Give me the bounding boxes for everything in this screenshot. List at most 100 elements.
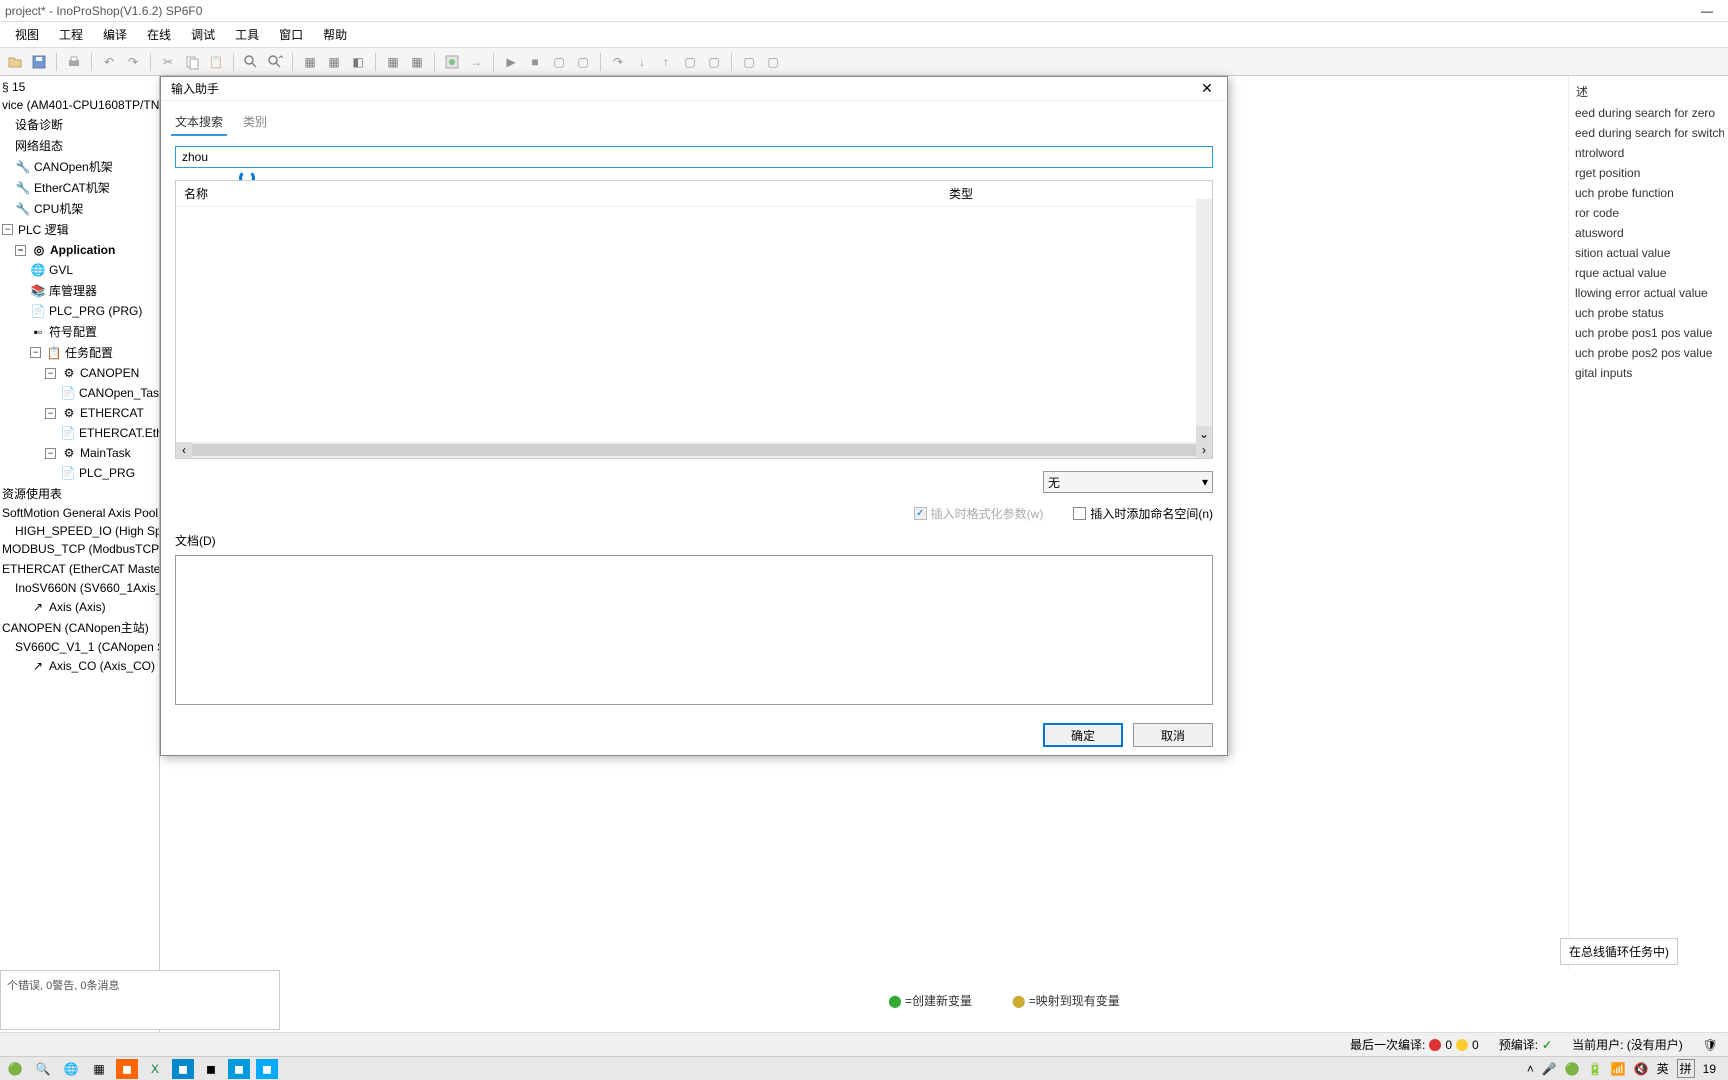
ok-button[interactable]: 确定 <box>1043 723 1123 747</box>
tree-item[interactable]: 📄PLC_PRG <box>0 463 159 483</box>
tree-item[interactable]: 设备诊断 <box>0 114 159 135</box>
menu-project[interactable]: 工程 <box>49 22 93 47</box>
property-item[interactable]: ntrolword <box>1573 143 1724 163</box>
tree-item[interactable]: −⚙MainTask <box>0 443 159 463</box>
tree-item[interactable]: 🔧CANOpen机架 <box>0 156 159 177</box>
undo-icon[interactable]: ↶ <box>99 52 119 72</box>
toolbar-btn-22[interactable]: ▢ <box>763 52 783 72</box>
scroll-down-icon[interactable]: ⌄ <box>1196 426 1212 442</box>
tree-item[interactable]: SoftMotion General Axis Pool <box>0 504 159 522</box>
tree-item[interactable]: 🌐GVL <box>0 260 159 280</box>
scroll-left-icon[interactable]: ‹ <box>176 442 192 458</box>
taskbar-app-icon[interactable]: ◼ <box>172 1059 194 1079</box>
step-out-icon[interactable]: ↑ <box>656 52 676 72</box>
scroll-right-icon[interactable]: › <box>1196 442 1212 458</box>
menu-tools[interactable]: 工具 <box>225 22 269 47</box>
search-input[interactable] <box>175 146 1213 168</box>
tree-item[interactable]: ETHERCAT (EtherCAT Master 设 <box>0 558 159 579</box>
tree-item[interactable]: SV660C_V1_1 (CANopen Sla <box>0 638 159 656</box>
tree-item[interactable]: −PLC 逻辑 <box>0 219 159 240</box>
toolbar-btn-9[interactable]: ◧ <box>348 52 368 72</box>
step-over-icon[interactable]: ↷ <box>608 52 628 72</box>
expander-icon[interactable]: − <box>45 408 56 419</box>
close-button[interactable]: ✕ <box>1197 78 1217 98</box>
tab-category[interactable]: 类别 <box>239 109 271 136</box>
property-item[interactable]: uch probe pos1 pos value <box>1573 323 1724 343</box>
paste-icon[interactable]: 📋 <box>206 52 226 72</box>
tree-item[interactable]: 网络组态 <box>0 135 159 156</box>
taskbar-app-icon[interactable]: ▦ <box>88 1059 110 1079</box>
open-icon[interactable] <box>5 52 25 72</box>
add-namespace-option[interactable]: 插入时添加命名空间(n) <box>1073 505 1213 522</box>
property-item[interactable]: atusword <box>1573 223 1724 243</box>
minimize-icon[interactable]: — <box>1701 4 1713 18</box>
ime-mode[interactable]: 拼 <box>1677 1059 1695 1078</box>
toolbar-btn-10[interactable]: ▦ <box>383 52 403 72</box>
property-item[interactable]: eed during search for zero <box>1573 103 1724 123</box>
vertical-scrollbar[interactable]: ⌄ <box>1196 199 1212 442</box>
expander-icon[interactable]: − <box>45 448 56 459</box>
toolbar-btn-21[interactable]: ▢ <box>739 52 759 72</box>
property-item[interactable]: rget position <box>1573 163 1724 183</box>
toolbar-btn-14[interactable]: ▢ <box>549 52 569 72</box>
horizontal-scrollbar[interactable]: ‹ › <box>176 442 1212 458</box>
tree-item[interactable]: MODBUS_TCP (ModbusTCP Dev <box>0 540 159 558</box>
edge-icon[interactable]: 🌐 <box>60 1059 82 1079</box>
tray-network-icon[interactable]: 🟢 <box>1565 1062 1580 1076</box>
tray-volume-icon[interactable]: 🔇 <box>1634 1062 1649 1076</box>
tab-text-search[interactable]: 文本搜索 <box>171 109 227 136</box>
tree-item[interactable]: 📄CANOpen_Task <box>0 383 159 403</box>
property-item[interactable]: sition actual value <box>1573 243 1724 263</box>
menu-window[interactable]: 窗口 <box>269 22 313 47</box>
tree-item[interactable]: HIGH_SPEED_IO (High Speed <box>0 522 159 540</box>
tree-item[interactable]: InoSV660N (SV660_1Axis_0 <box>0 579 159 597</box>
step-into-icon[interactable]: ↓ <box>632 52 652 72</box>
toolbar-btn-20[interactable]: ▢ <box>704 52 724 72</box>
find-replace-icon[interactable] <box>265 52 285 72</box>
copy-icon[interactable] <box>182 52 202 72</box>
tree-item[interactable]: ↗Axis_CO (Axis_CO) <box>0 656 159 676</box>
ime-language[interactable]: 英 <box>1657 1060 1669 1077</box>
toolbar-btn-15[interactable]: ▢ <box>573 52 593 72</box>
menu-compile[interactable]: 编译 <box>93 22 137 47</box>
taskbar-app-icon[interactable]: ◼ <box>228 1059 250 1079</box>
expander-icon[interactable]: − <box>45 368 56 379</box>
property-item[interactable]: ror code <box>1573 203 1724 223</box>
expander-icon[interactable]: − <box>15 245 26 256</box>
type-filter-select[interactable]: 无 ▾ <box>1043 471 1213 493</box>
menu-view[interactable]: 视图 <box>5 22 49 47</box>
cut-icon[interactable]: ✂ <box>158 52 178 72</box>
taskbar-app-icon[interactable]: ◼ <box>116 1059 138 1079</box>
property-item[interactable]: gital inputs <box>1573 363 1724 383</box>
tree-item[interactable]: 资源使用表 <box>0 483 159 504</box>
tray-chevron-icon[interactable]: ˄ <box>1527 1062 1534 1076</box>
tree-item[interactable]: ▪▫符号配置 <box>0 321 159 342</box>
property-item[interactable]: eed during search for switch <box>1573 123 1724 143</box>
toolbar-btn-7[interactable]: ▦ <box>300 52 320 72</box>
tree-item[interactable]: 📄PLC_PRG (PRG) <box>0 301 159 321</box>
run-icon[interactable]: ▶ <box>501 52 521 72</box>
save-icon[interactable] <box>29 52 49 72</box>
menu-debug[interactable]: 调试 <box>181 22 225 47</box>
tree-item[interactable]: 📄ETHERCAT.Eth <box>0 423 159 443</box>
redo-icon[interactable]: ↷ <box>123 52 143 72</box>
column-type[interactable]: 类型 <box>949 185 1204 202</box>
expander-icon[interactable]: − <box>30 347 41 358</box>
menu-online[interactable]: 在线 <box>137 22 181 47</box>
property-item[interactable]: uch probe pos2 pos value <box>1573 343 1724 363</box>
property-item[interactable]: uch probe status <box>1573 303 1724 323</box>
menu-help[interactable]: 帮助 <box>313 22 357 47</box>
start-icon[interactable]: 🟢 <box>4 1059 26 1079</box>
tree-item[interactable]: 📚库管理器 <box>0 280 159 301</box>
login-icon[interactable]: → <box>466 52 486 72</box>
toolbar-btn-11[interactable]: ▦ <box>407 52 427 72</box>
print-icon[interactable] <box>64 52 84 72</box>
tree-item[interactable]: −📋任务配置 <box>0 342 159 363</box>
tray-wifi-icon[interactable]: 📶 <box>1611 1062 1626 1076</box>
toolbar-btn-19[interactable]: ▢ <box>680 52 700 72</box>
compile-icon[interactable] <box>442 52 462 72</box>
tree-item[interactable]: vice (AM401-CPU1608TP/TN) <box>0 96 159 114</box>
tree-item[interactable]: ↗Axis (Axis) <box>0 597 159 617</box>
scroll-track[interactable] <box>192 444 1196 456</box>
tree-root[interactable]: § 15 <box>0 78 159 96</box>
